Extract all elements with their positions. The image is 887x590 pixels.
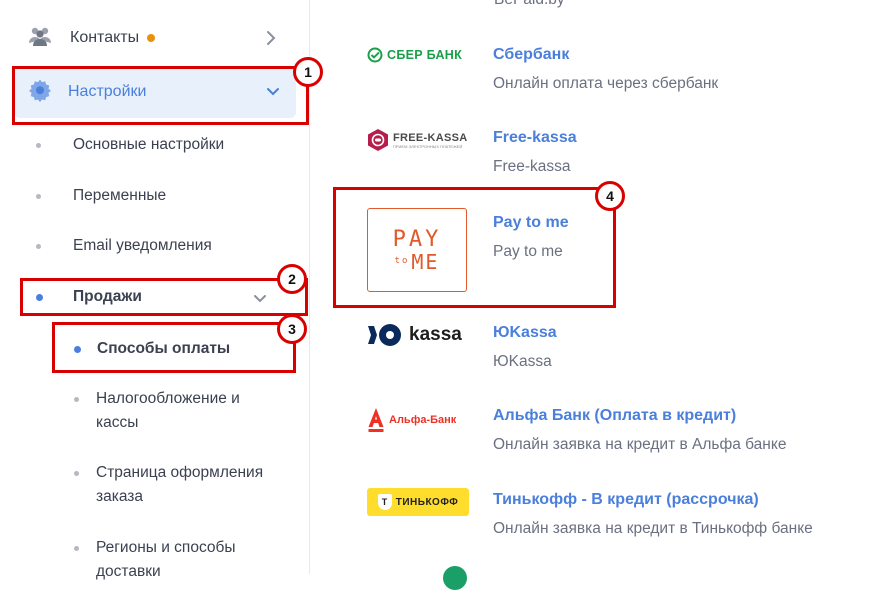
sidebar-subitem-email-notifications[interactable]: Email уведомления xyxy=(36,237,212,255)
sidebar-subitem-taxation[interactable]: Налогообложение и кассы xyxy=(74,387,294,435)
yookassa-emblem-icon xyxy=(368,324,401,346)
payment-desc: Онлайн заявка на кредит в Тинькофф банке xyxy=(493,520,813,537)
payment-title[interactable]: Альфа Банк (Оплата в кредит) xyxy=(493,405,786,427)
payment-title[interactable]: Free-kassa xyxy=(493,127,577,149)
annotation-number-3: 3 xyxy=(277,314,307,344)
annotation-number-1: 1 xyxy=(293,57,323,87)
free-kassa-emblem-icon xyxy=(368,129,388,151)
tinkoff-shield-icon: T xyxy=(377,494,392,510)
annotation-number-4: 4 xyxy=(595,181,625,211)
next-payment-logo xyxy=(443,566,467,590)
yookassa-logo: kassa xyxy=(367,322,469,348)
sidebar-subitem-label: Налогообложение и кассы xyxy=(96,390,240,431)
payment-desc: Free-kassa xyxy=(493,158,571,175)
sber-check-icon xyxy=(367,47,383,63)
payment-item-sberbank[interactable]: СБЕР БАНК Сбербанк Онлайн оплата через с… xyxy=(367,44,718,95)
sidebar-subitem-label: Регионы и способы доставки xyxy=(96,539,236,580)
sberbank-logo: СБЕР БАНК xyxy=(367,44,469,66)
bullet-dot xyxy=(74,397,79,402)
users-icon xyxy=(28,25,52,52)
free-kassa-logo-subtext: ПРИЕМ ЭЛЕКТРОННЫХ ПЛАТЕЖЕЙ xyxy=(393,143,463,149)
payment-item-tinkoff[interactable]: T ТИНЬКОФФ Тинькофф - В кредит (рассрочк… xyxy=(367,488,813,540)
bullet-dot xyxy=(36,142,41,148)
sidebar-subitem-label: Основные настройки xyxy=(73,136,225,153)
bullet-dot xyxy=(74,471,79,476)
payment-title[interactable]: Тинькофф - В кредит (рассрочка) xyxy=(493,489,813,511)
payment-item-yookassa[interactable]: kassa ЮKassa ЮKassa xyxy=(367,322,557,373)
payment-item-alfa-bank[interactable]: Альфа-Банк Альфа Банк (Оплата в кредит) … xyxy=(367,405,786,456)
annotation-number-2: 2 xyxy=(277,264,307,294)
sidebar-subitem-delivery-regions[interactable]: Регионы и способы доставки xyxy=(74,536,294,584)
sidebar-subitem-checkout-page[interactable]: Страница оформления заказа xyxy=(74,461,294,509)
free-kassa-logo-text: FREE-KASSA xyxy=(393,131,468,144)
alfa-bank-logo-text: Альфа-Банк xyxy=(389,414,457,426)
annotation-box-4 xyxy=(333,187,616,308)
bullet-dot xyxy=(36,193,41,199)
notification-dot xyxy=(147,34,156,42)
payment-desc: Онлайн заявка на кредит в Альфа банке xyxy=(493,436,787,453)
alfa-bank-a-icon xyxy=(368,408,384,432)
sidebar-subitem-label: Страница оформления заказа xyxy=(96,464,264,505)
payment-title[interactable]: Сбербанк xyxy=(493,44,718,66)
alfa-bank-logo: Альфа-Банк xyxy=(367,405,469,435)
sidebar-subitem-label: Переменные xyxy=(73,187,167,204)
yookassa-logo-text: kassa xyxy=(409,324,462,345)
payment-title[interactable]: ЮKassa xyxy=(493,322,557,344)
payment-desc: BePaid.by xyxy=(494,0,565,9)
bullet-dot xyxy=(36,243,41,249)
sidebar-item-contacts[interactable]: Контакты xyxy=(28,24,280,52)
annotation-box-2 xyxy=(20,278,308,316)
tinkoff-logo-text: ТИНЬКОФФ xyxy=(395,496,459,508)
payment-item-free-kassa[interactable]: FREE-KASSA ПРИЕМ ЭЛЕКТРОННЫХ ПЛАТЕЖЕЙ Fr… xyxy=(367,127,577,178)
bullet-dot xyxy=(74,546,79,551)
sidebar-subitem-main-settings[interactable]: Основные настройки xyxy=(36,136,224,154)
annotation-box-3 xyxy=(52,322,296,373)
chevron-right-icon xyxy=(266,30,276,51)
free-kassa-logo: FREE-KASSA ПРИЕМ ЭЛЕКТРОННЫХ ПЛАТЕЖЕЙ xyxy=(367,127,469,153)
sidebar-item-label: Контакты xyxy=(70,29,140,46)
sberbank-logo-text: СБЕР БАНК xyxy=(387,48,463,62)
payment-desc: ЮKassa xyxy=(493,353,552,370)
payment-desc: Онлайн оплата через сбербанк xyxy=(493,75,719,92)
tinkoff-logo: T ТИНЬКОФФ xyxy=(367,488,469,516)
annotation-box-1 xyxy=(12,66,309,125)
sidebar-subitem-variables[interactable]: Переменные xyxy=(36,187,166,205)
sidebar-subitem-label: Email уведомления xyxy=(73,237,212,254)
